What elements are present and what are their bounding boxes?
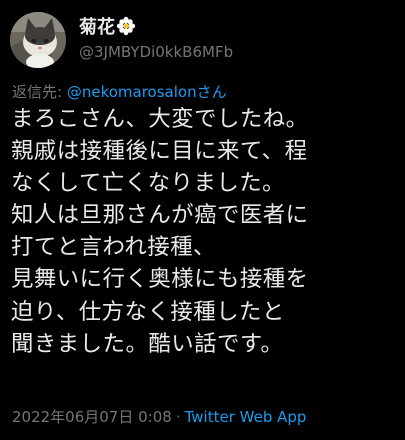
cat-photo-avatar-icon bbox=[10, 12, 66, 68]
display-name[interactable]: 菊花 bbox=[79, 13, 136, 39]
reply-to-line: 返信先: @nekomarosalonさん bbox=[12, 81, 227, 102]
tweet-timestamp[interactable]: 2022年06月07日 0:08 bbox=[12, 408, 172, 426]
tweet-meta: 2022年06月07日 0:08 · Twitter Web App bbox=[12, 406, 306, 427]
tweet-line: 迫り、仕方なく接種したと bbox=[11, 298, 285, 325]
user-handle[interactable]: @3JMBYDi0kkB6MFb bbox=[79, 43, 233, 61]
tweet-line: 聞きました。酷い話です。 bbox=[11, 330, 284, 357]
tweet-line: 見舞いに行く奥様にも接種を bbox=[11, 266, 309, 293]
tweet-line: 親戚は接種後に目に来て、程 bbox=[11, 138, 308, 165]
tweet-text: まろこさん、大変でしたね。 親戚は接種後に目に来て、程 なくして亡くなりました。… bbox=[11, 103, 403, 360]
avatar[interactable] bbox=[10, 12, 66, 68]
tweet-line: 知人は旦那さんが癌で医者に bbox=[11, 202, 309, 229]
tweet-source-link[interactable]: Twitter Web App bbox=[185, 408, 307, 426]
reply-mention-link[interactable]: @nekomarosalonさん bbox=[67, 83, 227, 101]
tweet-line: まろこさん、大変でしたね。 bbox=[11, 106, 309, 132]
display-name-text: 菊花 bbox=[79, 17, 115, 38]
tweet-line: なくして亡くなりました。 bbox=[11, 170, 286, 197]
tweet-line: 打てと言われ接種、 bbox=[11, 234, 216, 261]
meta-separator: · bbox=[175, 408, 181, 426]
reply-to-prefix: 返信先: bbox=[12, 83, 67, 101]
white-flower-icon bbox=[116, 16, 136, 36]
